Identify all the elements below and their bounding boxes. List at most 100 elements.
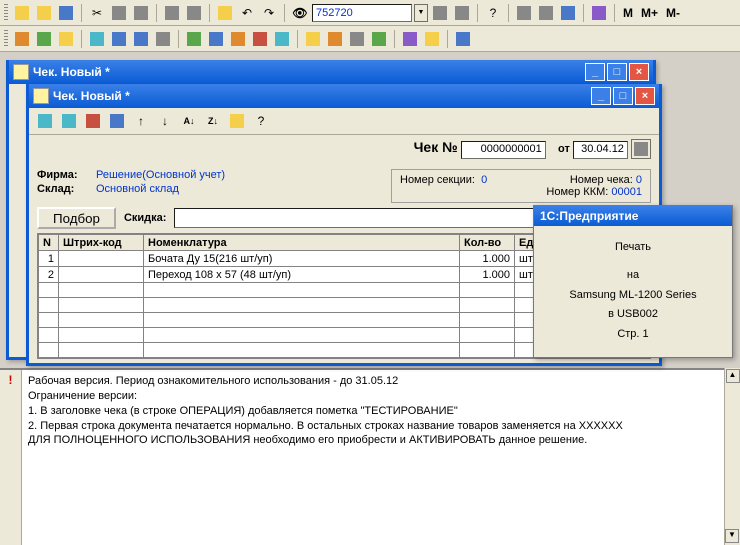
- cell-nomen: Бочата Ду 15(216 шт/уп): [144, 251, 460, 267]
- calendar-icon[interactable]: [536, 3, 556, 23]
- cell-barcode: [59, 251, 144, 267]
- form-area: Фирма: Решение(Основной учет) Склад: Осн…: [29, 163, 659, 203]
- podbor-button[interactable]: Подбор: [37, 207, 116, 229]
- grid-copy-icon[interactable]: [59, 111, 79, 131]
- grid-book-icon[interactable]: [107, 111, 127, 131]
- log-gutter: !: [0, 370, 22, 545]
- tb2-icon[interactable]: [228, 29, 248, 49]
- kkm-label: Номер ККМ:: [546, 186, 608, 198]
- tb2-icon[interactable]: [12, 29, 32, 49]
- book-icon[interactable]: [589, 3, 609, 23]
- calendar-picker-icon[interactable]: [631, 139, 651, 159]
- tb2-icon[interactable]: [34, 29, 54, 49]
- new-doc-icon[interactable]: [12, 3, 32, 23]
- kkm-value: 00001: [611, 186, 642, 198]
- checkno-value: 0: [636, 174, 642, 186]
- m-plus-button[interactable]: M+: [641, 6, 658, 20]
- undo-icon[interactable]: ↶: [237, 3, 257, 23]
- col-barcode[interactable]: Штрих-код: [59, 235, 144, 251]
- cell-qty: 1.000: [460, 267, 515, 283]
- redo-icon[interactable]: ↷: [259, 3, 279, 23]
- print-icon[interactable]: [162, 3, 182, 23]
- sklad-label: Склад:: [37, 183, 92, 195]
- close-button[interactable]: ×: [629, 63, 649, 81]
- paste-icon[interactable]: [131, 3, 151, 23]
- tb2-icon[interactable]: [56, 29, 76, 49]
- wand-icon[interactable]: [227, 111, 247, 131]
- cut-icon[interactable]: ✂: [87, 3, 107, 23]
- lock-icon[interactable]: [215, 3, 235, 23]
- help-icon[interactable]: ?: [251, 111, 271, 131]
- tb2-icon[interactable]: [369, 29, 389, 49]
- sort-za-icon[interactable]: Z↓: [203, 111, 223, 131]
- popup-title: 1С:Предприятие: [534, 206, 732, 226]
- log-text: Рабочая версия. Период ознакомительного …: [22, 370, 629, 545]
- close-button[interactable]: ×: [635, 87, 655, 105]
- copy-icon[interactable]: [109, 3, 129, 23]
- skidka-input[interactable]: [174, 208, 595, 228]
- cell-qty: 1.000: [460, 251, 515, 267]
- search-input[interactable]: [312, 4, 412, 22]
- scroll-down-icon[interactable]: ▼: [725, 529, 739, 543]
- arrow-down-icon[interactable]: ↓: [155, 111, 175, 131]
- maximize-button[interactable]: □: [613, 87, 633, 105]
- tb2-icon[interactable]: [422, 29, 442, 49]
- preview-icon[interactable]: [184, 3, 204, 23]
- cell-nomen: Переход 108 x 57 (48 шт/уп): [144, 267, 460, 283]
- tb2-icon[interactable]: [453, 29, 473, 49]
- scroll-up-icon[interactable]: ▲: [726, 369, 740, 383]
- sort-az-icon[interactable]: A↓: [179, 111, 199, 131]
- find-user2-icon[interactable]: [452, 3, 472, 23]
- tb2-icon[interactable]: [131, 29, 151, 49]
- log-line: Рабочая версия. Период ознакомительного …: [28, 374, 623, 389]
- print-popup: 1С:Предприятие Печать на Samsung ML-1200…: [533, 205, 733, 358]
- col-n[interactable]: N: [39, 235, 59, 251]
- toolbar-grip[interactable]: [4, 4, 8, 22]
- check-header: Чек № 0000000001 от 30.04.12: [29, 135, 659, 163]
- titlebar[interactable]: Чек. Новый * _ □ ×: [29, 84, 659, 108]
- tb2-icon[interactable]: [109, 29, 129, 49]
- toolbar-grip[interactable]: [4, 30, 8, 48]
- popup-page: Стр. 1: [540, 325, 726, 345]
- maximize-button[interactable]: □: [607, 63, 627, 81]
- arrow-up-icon[interactable]: ↑: [131, 111, 151, 131]
- sklad-value: Основной склад: [96, 183, 179, 195]
- help-icon[interactable]: ?: [483, 3, 503, 23]
- tool-icon[interactable]: [558, 3, 578, 23]
- section-value: 0: [481, 174, 487, 186]
- save-icon[interactable]: [56, 3, 76, 23]
- tb2-icon[interactable]: [153, 29, 173, 49]
- m-button[interactable]: M: [623, 6, 633, 20]
- tb2-icon[interactable]: [87, 29, 107, 49]
- calc-icon[interactable]: [514, 3, 534, 23]
- check-number-field[interactable]: 0000000001: [461, 141, 546, 159]
- doc-icon: [33, 88, 49, 104]
- warning-icon: !: [0, 373, 21, 387]
- log-line: Ограничение версии:: [28, 389, 623, 404]
- search-dropdown[interactable]: ▼: [414, 4, 428, 22]
- tb2-icon[interactable]: [347, 29, 367, 49]
- tb2-icon[interactable]: [184, 29, 204, 49]
- tb2-icon[interactable]: [272, 29, 292, 49]
- bg-titlebar[interactable]: Чек. Новый * _ □ ×: [9, 60, 653, 84]
- grid-add-icon[interactable]: [35, 111, 55, 131]
- open-icon[interactable]: [34, 3, 54, 23]
- col-qty[interactable]: Кол-во: [460, 235, 515, 251]
- col-nomen[interactable]: Номенклатура: [144, 235, 460, 251]
- tb2-icon[interactable]: [325, 29, 345, 49]
- date-field[interactable]: 30.04.12: [573, 141, 628, 159]
- tb2-icon[interactable]: [400, 29, 420, 49]
- cell-barcode: [59, 267, 144, 283]
- tb2-icon[interactable]: [206, 29, 226, 49]
- minimize-button[interactable]: _: [591, 87, 611, 105]
- m-minus-button[interactable]: M-: [666, 6, 680, 20]
- check-label: Чек №: [414, 139, 458, 155]
- minimize-button[interactable]: _: [585, 63, 605, 81]
- tb2-icon[interactable]: [250, 29, 270, 49]
- binoculars-icon[interactable]: 👁: [290, 3, 310, 23]
- tb2-icon[interactable]: [303, 29, 323, 49]
- find-user-icon[interactable]: [430, 3, 450, 23]
- popup-port: в USB002: [540, 305, 726, 325]
- log-scrollbar[interactable]: ▲ ▼: [724, 368, 740, 545]
- grid-del-icon[interactable]: [83, 111, 103, 131]
